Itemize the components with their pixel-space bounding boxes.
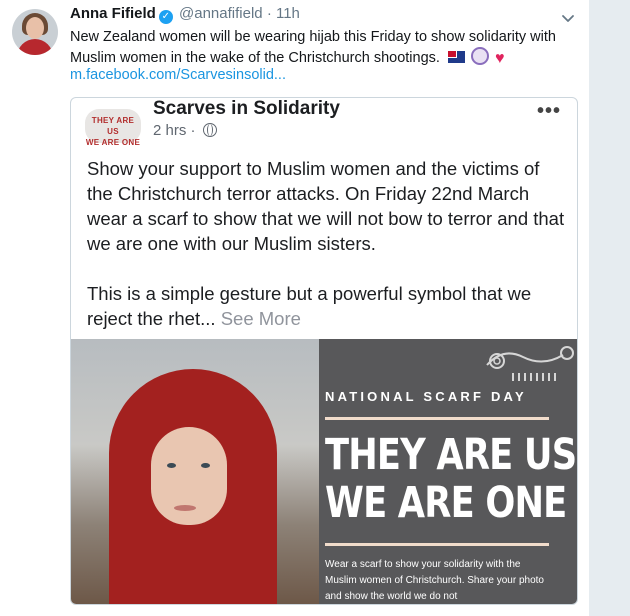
post-time[interactable]: 2 hrs <box>153 122 186 139</box>
woman-in-red-scarf-photo <box>71 339 319 604</box>
tweet-link[interactable]: m.facebook.com/Scarvesinsolid... <box>70 67 286 83</box>
image-slogan: THEY ARE US WE ARE ONE <box>325 430 577 528</box>
post-meta: 2 hrs · <box>153 122 217 139</box>
facebook-embed-card[interactable]: THEY ARE US WE ARE ONE Scarves in Solida… <box>70 97 578 605</box>
image-heading: NATIONAL SCARF DAY <box>325 389 527 404</box>
new-zealand-flag-icon <box>447 51 465 63</box>
author-name[interactable]: Anna Fifield <box>70 5 156 22</box>
timestamp[interactable]: 11h <box>276 5 300 22</box>
tweet-header: Anna Fifield ✓ @annafifield · 11h <box>70 5 300 24</box>
post-body: Show your support to Muslim women and th… <box>87 156 567 356</box>
red-heart-icon: ♥ <box>494 50 505 67</box>
page-name[interactable]: Scarves in Solidarity <box>153 98 340 120</box>
divider <box>325 543 549 546</box>
woman-with-headscarf-icon <box>470 47 489 65</box>
page-logo[interactable]: THEY ARE US WE ARE ONE <box>85 109 141 147</box>
divider <box>325 417 549 420</box>
see-more-link[interactable]: See More <box>221 308 301 329</box>
scarf-day-panel: NATIONAL SCARF DAY THEY ARE US WE ARE ON… <box>319 339 577 604</box>
globe-icon <box>202 123 217 137</box>
right-gutter <box>589 0 630 616</box>
image-caption: Wear a scarf to show your solidarity wit… <box>325 559 544 602</box>
fern-swirl-icon <box>486 346 574 381</box>
more-options-icon[interactable]: ••• <box>537 100 561 123</box>
post-image[interactable]: NATIONAL SCARF DAY THEY ARE US WE ARE ON… <box>71 339 577 604</box>
chevron-down-icon[interactable] <box>560 10 576 26</box>
tweet-text: New Zealand women will be wearing hijab … <box>70 29 556 67</box>
avatar[interactable] <box>12 9 58 55</box>
separator: · <box>266 5 272 22</box>
author-handle[interactable]: @annafifield <box>179 5 263 22</box>
verified-badge-icon: ✓ <box>158 10 173 24</box>
tweet[interactable]: Anna Fifield ✓ @annafifield · 11h New Zea… <box>0 0 589 616</box>
post-paragraph: Show your support to Muslim women and th… <box>87 158 565 254</box>
post-paragraph: This is a simple gesture but a powerful … <box>87 283 532 329</box>
